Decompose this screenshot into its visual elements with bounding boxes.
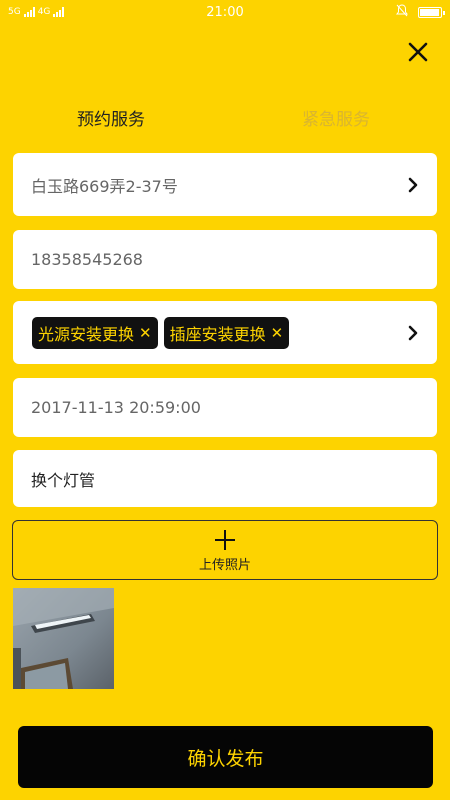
- address-value: 白玉路669弄2-37号: [31, 176, 178, 196]
- status-right: [396, 3, 445, 21]
- remove-tag-icon[interactable]: ✕: [271, 324, 284, 342]
- close-button[interactable]: [406, 40, 430, 64]
- tab-scheduled-service[interactable]: 预约服务: [77, 105, 145, 130]
- network-type-2: 4G: [37, 7, 51, 17]
- signal-strength-icon-2: [53, 7, 65, 17]
- confirm-publish-label: 确认发布: [187, 747, 264, 770]
- signal-strength-icon: [23, 7, 35, 17]
- datetime-value: 2017-11-13 20:59:00: [31, 398, 201, 417]
- chevron-right-icon: [407, 325, 419, 341]
- status-bar: 5G 4G 21:00: [0, 0, 450, 24]
- bell-mute-icon: [396, 3, 408, 21]
- description-value: 换个灯管: [31, 470, 96, 490]
- close-icon: [408, 42, 428, 62]
- chevron-right-icon: [407, 177, 419, 193]
- upload-photo-button[interactable]: 上传照片: [12, 520, 438, 580]
- service-tag-label: 插座安装更换: [169, 324, 266, 344]
- upload-photo-label: 上传照片: [198, 557, 251, 573]
- datetime-field[interactable]: 2017-11-13 20:59:00: [13, 378, 437, 437]
- address-field[interactable]: 白玉路669弄2-37号: [13, 153, 437, 216]
- status-time: 21:00: [206, 4, 244, 20]
- service-tag[interactable]: 插座安装更换 ✕: [163, 316, 290, 349]
- tab-emergency-service[interactable]: 紧急服务: [302, 105, 370, 130]
- network-type-1: 5G: [8, 7, 21, 17]
- confirm-publish-button[interactable]: 确认发布: [18, 726, 433, 788]
- photo-thumbnail[interactable]: [13, 588, 114, 689]
- phone-field[interactable]: 18358545268: [13, 230, 437, 289]
- service-tag[interactable]: 光源安装更换 ✕: [32, 316, 158, 349]
- remove-tag-icon[interactable]: ✕: [139, 324, 152, 342]
- description-field[interactable]: 换个灯管: [13, 450, 437, 507]
- service-tabs: 预约服务 紧急服务: [0, 105, 450, 133]
- battery-icon: [418, 6, 445, 18]
- signal-indicators: 5G 4G: [8, 7, 65, 17]
- service-tag-label: 光源安装更换: [38, 324, 135, 344]
- plus-icon: [215, 529, 235, 550]
- phone-value: 18358545268: [31, 250, 143, 269]
- service-type-field[interactable]: 光源安装更换 ✕ 插座安装更换 ✕: [13, 301, 437, 364]
